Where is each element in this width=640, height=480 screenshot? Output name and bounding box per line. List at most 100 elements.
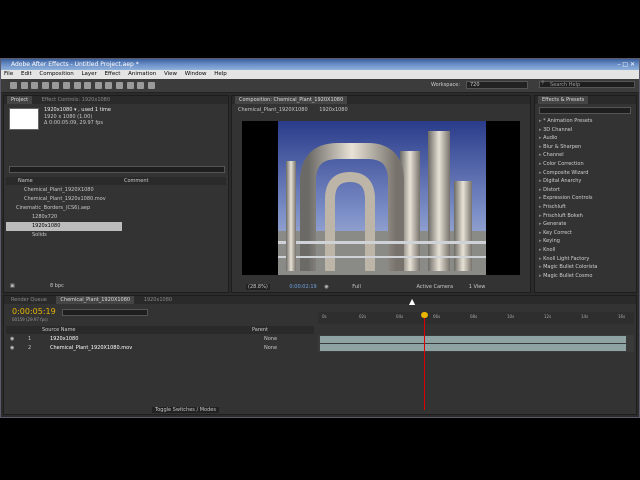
pan-behind-tool-icon[interactable] <box>62 82 70 89</box>
layer-row[interactable]: ◉ 1 1920x1080 None <box>6 335 314 343</box>
selection-tool-icon[interactable] <box>10 82 17 89</box>
menu-animation[interactable]: Animation <box>128 71 156 77</box>
mask-tool-icon[interactable] <box>73 82 81 89</box>
effects-presets-panel: Effects & Presets * Animation Presets 3D… <box>534 95 637 293</box>
list-item[interactable]: Frischluft <box>535 203 633 212</box>
comp-subtab-2[interactable]: 1920x1080 <box>319 107 347 113</box>
list-item[interactable]: Generate <box>535 220 633 229</box>
col-comment[interactable]: Comment <box>124 177 149 185</box>
list-item[interactable]: Distort <box>535 186 633 195</box>
menu-help[interactable]: Help <box>214 71 227 77</box>
menu-effect[interactable]: Effect <box>105 71 121 77</box>
list-item[interactable]: Audio <box>535 134 633 143</box>
menu-composition[interactable]: Composition <box>39 71 73 77</box>
list-item[interactable]: Frischluft Bokeh <box>535 212 633 221</box>
list-item[interactable]: Blur & Sharpen <box>535 143 633 152</box>
eye-icon[interactable]: ◉ <box>10 335 14 343</box>
list-item[interactable]: Digital Anarchy <box>535 177 633 186</box>
tab-effect-controls[interactable]: Effect Controls: 1920x1080 <box>38 96 114 104</box>
col-parent[interactable]: Parent <box>252 326 268 334</box>
list-item[interactable]: Key Correct <box>535 229 633 238</box>
tab-render-queue[interactable]: Render Queue <box>7 296 51 304</box>
layer-parent-select[interactable]: None <box>264 344 277 352</box>
timeline-tab-row: Render Queue Chemical_Plant_1920X1080 19… <box>4 296 636 304</box>
layer-parent-select[interactable]: None <box>264 335 277 343</box>
list-item[interactable]: Magic Bullet Colorista <box>535 263 633 272</box>
list-item[interactable]: Knoll Light Factory <box>535 255 633 264</box>
list-item[interactable]: Chemical_Plant_1920X1080 <box>6 186 226 195</box>
playhead[interactable] <box>424 314 426 410</box>
list-item[interactable]: Channel <box>535 151 633 160</box>
workspace-select[interactable]: 720 <box>466 81 528 89</box>
ruler-tick-label: 0s <box>322 314 327 319</box>
mouse-cursor-icon: ▲ <box>409 297 416 306</box>
menu-file[interactable]: File <box>4 71 13 77</box>
list-item[interactable]: 1280x720 <box>6 213 226 222</box>
effects-search-input[interactable] <box>539 107 631 114</box>
current-time[interactable]: 0:00:02:19 <box>289 284 316 290</box>
brush-tool-icon[interactable] <box>105 82 113 89</box>
pen-tool-icon[interactable] <box>84 82 92 89</box>
menu-view[interactable]: View <box>164 71 177 77</box>
help-search-input[interactable]: Search Help <box>539 81 635 88</box>
tab-project[interactable]: Project <box>7 96 33 104</box>
list-item[interactable]: Magic Bullet Cosmo <box>535 272 633 281</box>
playhead-handle[interactable] <box>421 312 429 318</box>
menu-layer[interactable]: Layer <box>81 71 96 77</box>
ruler-tick-label: 04s <box>396 314 404 319</box>
project-search-input[interactable] <box>9 166 225 173</box>
list-item[interactable]: Knoll <box>535 246 633 255</box>
comp-subtab-1[interactable]: Chemical_Plant_1920X1080 <box>238 107 308 113</box>
puppet-tool-icon[interactable] <box>147 82 155 89</box>
menu-edit[interactable]: Edit <box>21 71 32 77</box>
composition-panel: Composition: Chemical_Plant_1920X1080 Ch… <box>231 95 531 293</box>
layer-row[interactable]: ◉ 2 Chemical_Plant_1920X1080.mov None <box>6 344 314 352</box>
menu-window[interactable]: Window <box>185 71 207 77</box>
layer-name[interactable]: Chemical_Plant_1920X1080.mov <box>50 344 132 352</box>
bpc-label[interactable]: 8 bpc <box>50 282 64 291</box>
rotate-tool-icon[interactable] <box>41 82 49 89</box>
timeline-search-input[interactable] <box>62 309 148 316</box>
tab-effects-presets[interactable]: Effects & Presets <box>538 96 589 104</box>
list-item[interactable]: Expression Controls <box>535 194 633 203</box>
trash-icon[interactable]: ▣ <box>10 283 15 289</box>
tab-comp-1920x1080[interactable]: 1920x1080 <box>140 296 176 304</box>
window-controls[interactable]: – □ ✕ <box>617 59 635 70</box>
zoom-tool-icon[interactable] <box>31 82 39 89</box>
toggle-switches-modes[interactable]: Toggle Switches / Modes <box>152 407 219 413</box>
list-item[interactable]: * Animation Presets <box>535 117 633 126</box>
col-name[interactable]: Name <box>18 178 33 184</box>
list-item[interactable]: Solids <box>6 231 226 240</box>
effects-list: * Animation Presets 3D Channel Audio Blu… <box>535 117 633 280</box>
list-item[interactable]: 3D Channel <box>535 126 633 135</box>
layer-name[interactable]: 1920x1080 <box>50 335 78 343</box>
timeline-timecode[interactable]: 0:00:05:19 <box>12 307 56 316</box>
item-title: 1920x1080 ▾ , used 1 time <box>44 107 111 113</box>
list-item[interactable]: Cinematic_Borders_(CS6).aep <box>6 204 226 213</box>
hand-tool-icon[interactable] <box>20 82 28 89</box>
roto-brush-tool-icon[interactable] <box>137 82 145 89</box>
text-tool-icon[interactable] <box>94 82 102 89</box>
clone-tool-icon[interactable] <box>115 82 123 89</box>
camera-icon[interactable]: ◉ <box>324 284 328 290</box>
col-source-name[interactable]: Source Name <box>42 326 76 334</box>
list-item[interactable]: Composite Wizard <box>535 169 633 178</box>
zoom-select[interactable]: (28.8%) <box>246 284 270 290</box>
camera-tool-icon[interactable] <box>52 82 60 89</box>
time-ruler[interactable]: 0s 02s 04s 06s 08s 10s 12s 14s 16s <box>318 312 634 324</box>
layer-bar-1[interactable] <box>320 336 626 343</box>
list-item[interactable]: Color Correction <box>535 160 633 169</box>
ruler-tick-label: 06s <box>433 314 441 319</box>
eye-icon[interactable]: ◉ <box>10 344 14 352</box>
list-item[interactable]: Keying <box>535 237 633 246</box>
view-layout-select[interactable]: 1 View <box>469 284 486 290</box>
tab-composition[interactable]: Composition: Chemical_Plant_1920X1080 <box>235 96 348 104</box>
list-item[interactable]: Chemical_Plant_1920x1080.mov <box>6 195 226 204</box>
tab-comp-chemical-plant[interactable]: Chemical_Plant_1920X1080 <box>56 296 135 304</box>
layer-bar-2[interactable] <box>320 344 626 351</box>
menu-bar: File Edit Composition Layer Effect Anima… <box>1 70 639 79</box>
active-camera-select[interactable]: Active Camera <box>416 284 453 290</box>
eraser-tool-icon[interactable] <box>126 82 134 89</box>
list-item[interactable]: 1920x1080 <box>6 222 122 231</box>
resolution-select[interactable]: Full <box>352 284 361 290</box>
